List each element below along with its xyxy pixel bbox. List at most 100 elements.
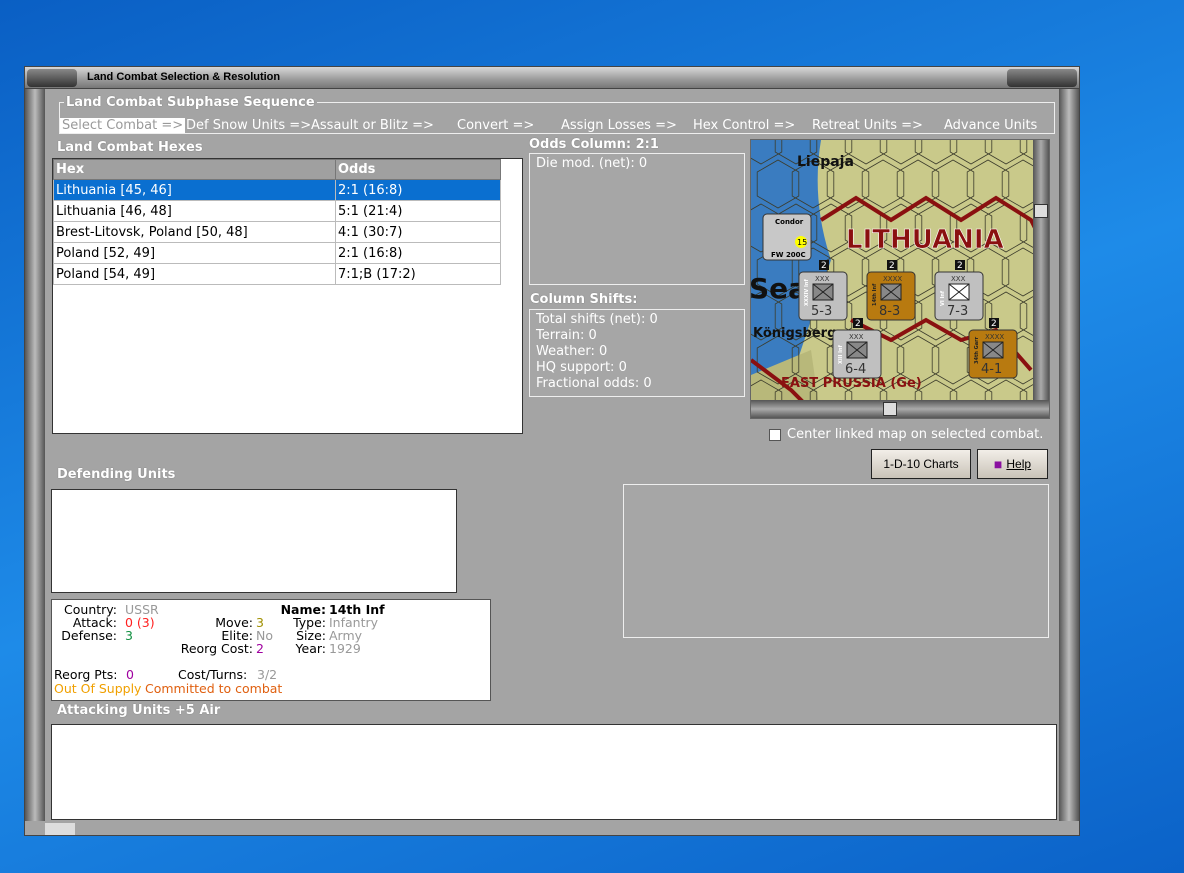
window-menu-button[interactable]: [27, 69, 77, 87]
shift-item: Total shifts (net): 0: [536, 312, 658, 327]
unit-name: VI Inf: [940, 290, 946, 306]
city-konigsberg: Königsberg: [753, 326, 836, 341]
odds-panel: Die mod. (net): 0: [529, 153, 745, 285]
unit-counter[interactable]: XXXX 34th Garr4-1 2: [968, 318, 1018, 379]
step-retreat[interactable]: Retreat Units =>: [812, 118, 923, 133]
defense-value: 3: [125, 628, 133, 643]
map-horizontal-scrollbar[interactable]: [751, 400, 1049, 418]
unit-counter[interactable]: XXXX 14th Inf8-3 2: [866, 260, 916, 321]
odds-cell: 4:1 (30:7): [335, 221, 501, 243]
stack-count: 2: [855, 319, 861, 329]
column-shifts-panel: Total shifts (net): 0 Terrain: 0 Weather: …: [529, 309, 745, 397]
defending-units-list[interactable]: [51, 489, 457, 593]
air-unit-range: 15: [797, 238, 807, 247]
step-def-snow[interactable]: Def Snow Units =>: [186, 118, 311, 133]
air-unit-name: Condor: [775, 218, 804, 226]
unit-name: 14th Inf: [872, 283, 878, 306]
stack-count: 2: [889, 261, 895, 271]
unit-size: XXXX: [985, 333, 1004, 341]
help-book-icon: ■: [993, 456, 1003, 472]
unit-value: 5-3: [811, 304, 832, 319]
linked-map[interactable]: Liepaja Königsberg LITHUANIA Sea EAST PR…: [750, 139, 1050, 419]
table-row[interactable]: Lithuania [46, 48] 5:1 (21:4): [53, 200, 501, 222]
unit-counter[interactable]: XXX XIII Inf6-4 2: [832, 318, 882, 379]
step-hex-control[interactable]: Hex Control =>: [693, 118, 795, 133]
unit-value: 6-4: [845, 362, 866, 377]
help-button[interactable]: ■ Help: [977, 449, 1048, 479]
city-liepaja: Liepaja: [797, 154, 854, 170]
odds-cell: 2:1 (16:8): [335, 179, 501, 201]
odds-cell: 7:1;B (17:2): [335, 263, 501, 285]
unit-size: XXX: [815, 275, 830, 283]
table-row[interactable]: Poland [54, 49] 7:1;B (17:2): [53, 263, 501, 285]
odds-column-title: Odds Column: 2:1: [529, 137, 659, 152]
shift-item: HQ support: 0: [536, 360, 627, 375]
attacking-units-list[interactable]: [51, 724, 1057, 820]
defense-label: Defense:: [61, 628, 117, 643]
sequence-title: Land Combat Subphase Sequence: [64, 95, 317, 110]
table-row[interactable]: Lithuania [45, 46] 2:1 (16:8): [53, 179, 501, 201]
shift-item: Weather: 0: [536, 344, 608, 359]
land-combat-window: Land Combat Selection & Resolution Land …: [24, 66, 1080, 836]
die-mod: Die mod. (net): 0: [536, 156, 648, 171]
combat-detail-panel: [623, 484, 1049, 638]
cost-turns-label: Cost/Turns:: [178, 667, 248, 682]
column-odds[interactable]: Odds: [335, 159, 501, 180]
hex-cell: Lithuania [46, 48]: [53, 200, 336, 222]
hex-cell: Brest-Litovsk, Poland [50, 48]: [53, 221, 336, 243]
odds-cell: 2:1 (16:8): [335, 242, 501, 264]
year-value: 1929: [329, 641, 361, 656]
horizontal-scroll-thumb[interactable]: [883, 402, 897, 416]
reorg-cost-value: 2: [256, 641, 264, 656]
step-advance[interactable]: Advance Units: [944, 118, 1037, 133]
hexes-title: Land Combat Hexes: [57, 140, 203, 155]
map-vertical-scrollbar[interactable]: [1033, 140, 1049, 402]
column-shifts-title: Column Shifts:: [530, 292, 638, 307]
stack-count: 2: [991, 319, 997, 329]
window-controls[interactable]: [1007, 69, 1077, 87]
air-unit-counter[interactable]: Condor 15 FW 200C: [762, 213, 812, 261]
committed-status: Committed to combat: [145, 681, 283, 696]
defending-title: Defending Units: [57, 467, 176, 482]
hex-cell: Lithuania [45, 46]: [53, 179, 336, 201]
reorg-pts-label: Reorg Pts:: [54, 667, 118, 682]
unit-value: 4-1: [981, 362, 1002, 377]
charts-button[interactable]: 1-D-10 Charts: [871, 449, 971, 479]
table-row[interactable]: Brest-Litovsk, Poland [50, 48] 4:1 (30:7): [53, 221, 501, 243]
shift-item: Terrain: 0: [536, 328, 597, 343]
shift-item: Fractional odds: 0: [536, 376, 652, 391]
charts-label: 1-D-10 Charts: [883, 457, 959, 471]
attacking-title: Attacking Units +5 Air: [57, 703, 221, 718]
supply-status: Out Of Supply: [54, 681, 142, 696]
reorg-pts-value: 0: [126, 667, 134, 682]
unit-size: XXX: [849, 333, 864, 341]
hex-cell: Poland [52, 49]: [53, 242, 336, 264]
reorg-cost-label: Reorg Cost:: [180, 641, 253, 656]
unit-counter[interactable]: XXX VI Inf7-3 2: [934, 260, 984, 321]
stack-count: 2: [821, 261, 827, 271]
subphase-sequence: Land Combat Subphase Sequence Select Com…: [59, 95, 1055, 134]
unit-size: XXXX: [883, 275, 902, 283]
center-map-checkbox[interactable]: Center linked map on selected combat.: [769, 427, 1043, 442]
column-hex[interactable]: Hex: [53, 159, 336, 180]
title-bar[interactable]: Land Combat Selection & Resolution: [25, 67, 1079, 89]
step-convert[interactable]: Convert =>: [457, 118, 534, 133]
table-row[interactable]: Poland [52, 49] 2:1 (16:8): [53, 242, 501, 264]
step-assign-losses[interactable]: Assign Losses =>: [561, 118, 677, 133]
hex-cell: Poland [54, 49]: [53, 263, 336, 285]
unit-name: 34th Garr: [974, 336, 980, 364]
vertical-scroll-thumb[interactable]: [1034, 204, 1048, 218]
window-title: Land Combat Selection & Resolution: [87, 71, 281, 83]
unit-size: XXX: [951, 275, 966, 283]
checkbox[interactable]: [769, 428, 781, 441]
unit-name: XXXIV Inf: [804, 279, 810, 306]
stack-count: 2: [957, 261, 963, 271]
center-map-label: Center linked map on selected combat.: [787, 427, 1044, 442]
region-lithuania: LITHUANIA: [846, 225, 1004, 255]
step-assault[interactable]: Assault or Blitz =>: [311, 118, 434, 133]
resize-handle[interactable]: [45, 823, 75, 835]
frame-right: [1059, 89, 1079, 821]
step-select-combat[interactable]: Select Combat =>: [60, 118, 186, 133]
unit-value: 7-3: [947, 304, 968, 319]
cost-turns-value: 3/2: [257, 667, 278, 682]
